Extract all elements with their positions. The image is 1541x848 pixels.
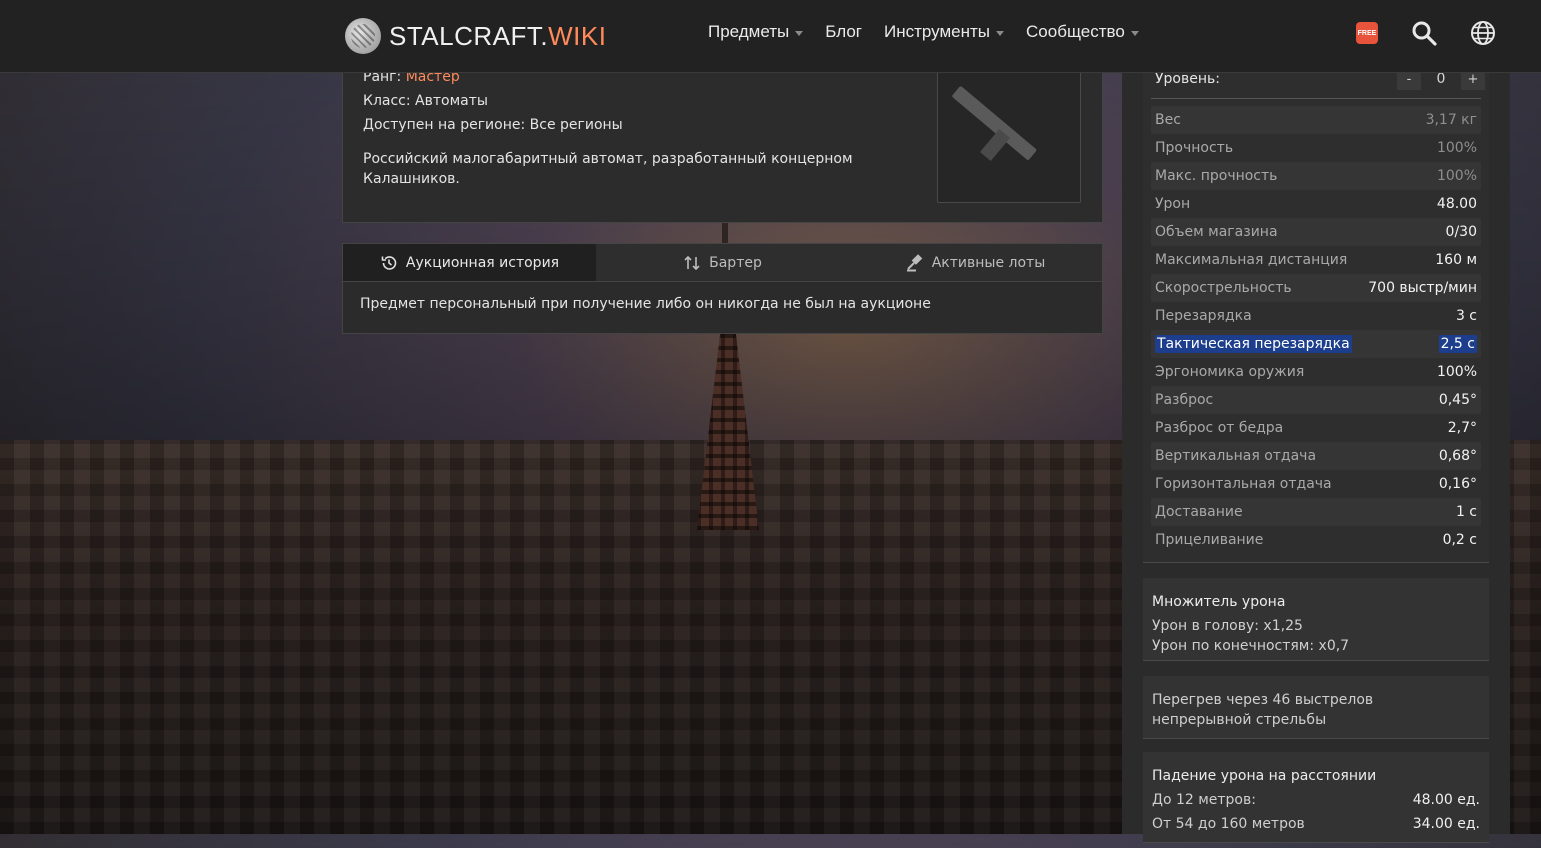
stat-row-draw-time: Доставание 1 с [1151,498,1481,526]
swap-icon [684,255,700,270]
stat-row-vertical-recoil: Вертикальная отдача 0,68° [1151,442,1481,470]
item-image [937,59,1081,203]
search-icon[interactable] [1411,20,1437,46]
stat-row-reload: Перезарядка 3 с [1155,308,1477,324]
rifle-grip-icon [979,129,1011,161]
chevron-down-icon [1130,30,1139,36]
stat-row-magazine: Объем магазина 0/30 [1151,218,1481,246]
stat-row-damage: Урон 48.00 [1155,196,1477,212]
divider [1151,98,1481,99]
stat-row-weight: Вес 3,17 кг [1151,106,1481,134]
stat-row-max-durability: Макс. прочность 100% [1151,162,1481,190]
nav-items[interactable]: Предметы [708,22,804,42]
nav-community[interactable]: Сообщество [1026,22,1139,42]
falloff-row: До 12 метров: 48.00 ед. [1152,792,1480,808]
nav-tools[interactable]: Инструменты [884,22,1005,42]
damage-multiplier-box: Множитель урона Урон в голову: x1,25 Уро… [1143,578,1489,661]
tab-bar: Аукционная история Бартер Активные лоты [343,244,1102,282]
item-description: Российский малогабаритный автомат, разра… [363,151,853,187]
market-tabs-panel: Аукционная история Бартер Активные лоты … [342,243,1103,334]
overheat-text: Перегрев через 46 выстрелов непрерывной … [1152,692,1374,728]
overheat-box: Перегрев через 46 выстрелов непрерывной … [1143,676,1489,739]
site-logo[interactable]: STALCRAFT.WIKI [345,18,606,54]
globe-icon[interactable] [1470,20,1496,46]
top-navigation-bar: STALCRAFT.WIKI Предметы Блог Инструменты… [0,0,1541,73]
stat-row-aim-time: Прицеливание 0,2 с [1155,532,1477,548]
level-value: 0 [1436,71,1446,87]
header-icons: FREE [1356,20,1496,46]
item-details: Ранг: Мастер Класс: Автоматы Доступен на… [363,65,883,189]
stat-row-max-distance: Максимальная дистанция 160 м [1155,252,1477,268]
chevron-down-icon [996,30,1005,36]
chevron-down-icon [795,30,804,36]
limb-multiplier: Урон по конечностям: x0,7 [1152,638,1350,654]
tab-auction-history[interactable]: Аукционная история [343,244,596,281]
stat-row-spread: Разброс 0,45° [1151,386,1481,414]
stats-box: Уровень: - 0 + Вес 3,17 кг Прочность 100% … [1143,50,1489,563]
stat-row-horizontal-recoil: Горизонтальная отдача 0,16° [1155,476,1477,492]
nav-blog[interactable]: Блог [825,22,862,42]
falloff-title: Падение урона на расстоянии [1152,768,1377,784]
free-icon[interactable]: FREE [1356,22,1378,44]
item-info-panel: Ранг: Мастер Класс: Автоматы Доступен на… [342,50,1103,223]
stats-table: Вес 3,17 кг Прочность 100% Макс. прочность… [1151,106,1481,554]
damage-falloff-box: Падение урона на расстоянии До 12 метров… [1143,752,1489,843]
level-label: Уровень: [1155,71,1220,87]
logo-text: STALCRAFT.WIKI [389,20,607,51]
tab-barter[interactable]: Бартер [596,244,849,281]
main-nav: Предметы Блог Инструменты Сообщество [708,22,1161,42]
item-class: Класс: Автоматы [363,93,488,109]
damage-multiplier-title: Множитель урона [1152,594,1286,610]
logo-globe-icon [345,18,381,54]
stat-row-tactical-reload: Тактическая перезарядка 2,5 с [1151,330,1481,358]
head-multiplier: Урон в голову: x1,25 [1152,618,1303,634]
history-icon [381,255,397,270]
stat-row-durability: Прочность 100% [1155,140,1477,156]
gavel-icon [906,253,923,271]
stat-row-rate-of-fire: Скорострельность 700 выстр/мин [1151,274,1481,302]
background-tower [697,330,759,530]
stat-row-ergonomics: Эргономика оружия 100% [1155,364,1477,380]
item-region: Доступен на регионе: Все регионы [363,117,623,133]
tab-content-text: Предмет персональный при получение либо … [360,296,931,312]
tab-active-lots[interactable]: Активные лоты [849,244,1102,281]
falloff-row: От 54 до 160 метров 34.00 ед. [1152,816,1480,832]
stat-row-hip-spread: Разброс от бедра 2,7° [1155,420,1477,436]
stats-sidebar: Уровень: - 0 + Вес 3,17 кг Прочность 100% … [1122,50,1510,843]
